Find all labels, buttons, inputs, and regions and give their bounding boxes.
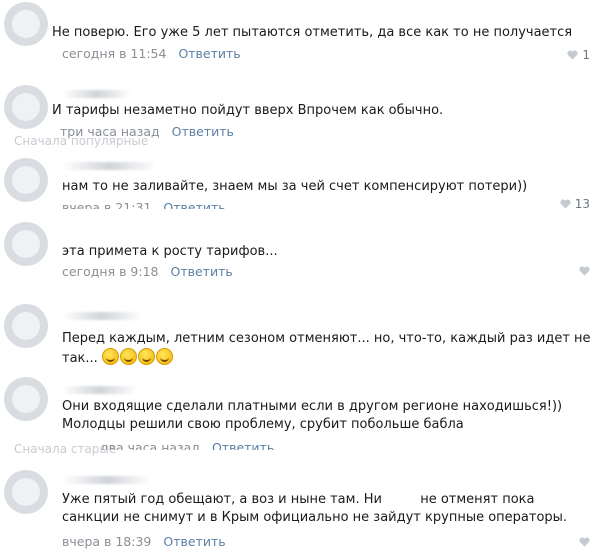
avatar[interactable] bbox=[4, 158, 48, 202]
reply-link[interactable]: Ответить bbox=[172, 124, 234, 139]
smiley-emoji-icon bbox=[101, 348, 119, 365]
reply-link[interactable]: Ответить bbox=[163, 200, 225, 209]
comment-time[interactable]: три часа назад bbox=[60, 124, 160, 139]
comment-text: нам то не заливайте, знаем мы за чей сче… bbox=[62, 179, 528, 194]
smiley-emoji-icon bbox=[119, 348, 137, 365]
comment-time[interactable]: два часа назад bbox=[100, 440, 200, 450]
smiley-emoji-icon bbox=[137, 348, 155, 365]
comment-text: Перед каждым, летним сезоном отменяют...… bbox=[62, 330, 591, 368]
reply-link[interactable]: Ответить bbox=[163, 534, 225, 549]
avatar[interactable] bbox=[4, 304, 48, 348]
reply-link[interactable]: Ответить bbox=[170, 264, 232, 279]
smiley-emoji-icon bbox=[155, 348, 173, 365]
comment-text: эта примета к росту тарифов... bbox=[62, 244, 278, 259]
heart-icon bbox=[567, 50, 578, 60]
comment-time[interactable]: сегодня в 9:18 bbox=[62, 264, 159, 279]
avatar[interactable] bbox=[4, 377, 48, 421]
heart-icon bbox=[579, 266, 590, 276]
heart-icon bbox=[560, 199, 571, 208]
comment-meta: два часа назад Ответить bbox=[100, 440, 274, 450]
avatar[interactable] bbox=[4, 85, 48, 129]
comment-meta: вчера в 21:31 Ответить bbox=[62, 200, 226, 209]
author-name[interactable] bbox=[62, 162, 157, 170]
comment-text-line: Они входящие сделали платными если в дру… bbox=[62, 399, 563, 414]
avatar[interactable] bbox=[4, 222, 48, 266]
comment-meta: три часа назад Ответить bbox=[60, 124, 234, 139]
comment-text-line: не отменят пока bbox=[420, 492, 535, 507]
like-count: 1 bbox=[582, 48, 590, 62]
reply-link[interactable]: Ответить bbox=[212, 440, 274, 450]
like-button[interactable]: 1 bbox=[567, 48, 590, 62]
comment-text-line: Молодцы решили свою проблему, срубит поб… bbox=[62, 417, 464, 432]
comment-meta: сегодня в 11:54 Ответить bbox=[62, 46, 241, 61]
comment-text: Не поверю. Его уже 5 лет пытаются отмети… bbox=[52, 25, 573, 40]
reply-link[interactable]: Ответить bbox=[178, 46, 240, 61]
author-name[interactable] bbox=[62, 312, 142, 320]
like-button[interactable] bbox=[579, 266, 590, 276]
author-name[interactable] bbox=[62, 476, 152, 484]
author-name[interactable] bbox=[62, 386, 137, 394]
heart-icon bbox=[579, 537, 590, 547]
comment-text-line: Уже пятый год обещают, а воз и ныне там.… bbox=[62, 492, 382, 507]
comment-time[interactable]: вчера в 18:39 bbox=[62, 534, 151, 549]
avatar[interactable] bbox=[4, 470, 48, 514]
comment-text-line: Перед каждым, летним сезоном отменяют...… bbox=[62, 331, 591, 346]
comment-text-line: так... bbox=[62, 351, 98, 366]
author-name[interactable] bbox=[62, 90, 132, 98]
comment-time[interactable]: сегодня в 11:54 bbox=[62, 46, 166, 61]
redacted-text bbox=[386, 492, 417, 504]
like-button[interactable] bbox=[579, 537, 590, 547]
avatar[interactable] bbox=[4, 2, 48, 46]
comment-text: Они входящие сделали платными если в дру… bbox=[62, 398, 562, 434]
comment-text-line: санкции не снимут и в Крым официально не… bbox=[62, 510, 568, 525]
comment-text: Уже пятый год обещают, а воз и ныне там.… bbox=[62, 491, 567, 527]
comment-meta: вчера в 18:39 Ответить bbox=[62, 534, 226, 549]
like-count: 13 bbox=[574, 199, 590, 208]
comment-meta: сегодня в 9:18 Ответить bbox=[62, 264, 233, 279]
comment-time[interactable]: вчера в 21:31 bbox=[62, 200, 151, 209]
comment-text: И тарифы незаметно пойдут вверх Впрочем … bbox=[52, 103, 444, 118]
like-button[interactable]: 13 bbox=[560, 199, 590, 208]
